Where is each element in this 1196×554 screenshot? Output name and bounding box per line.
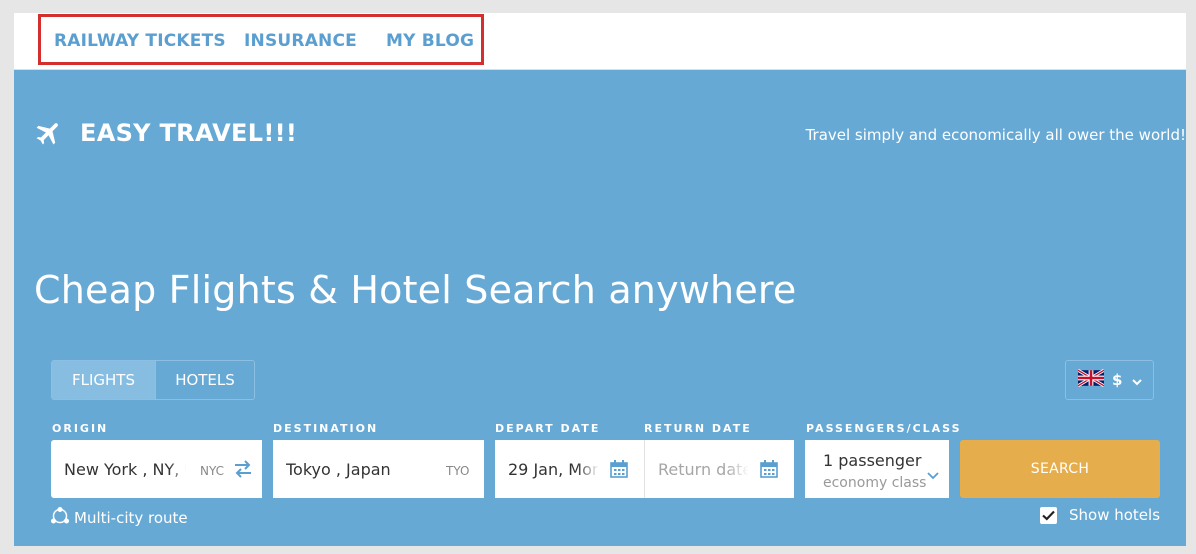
depart-date-label: DEPART DATE (495, 422, 601, 435)
origin-label: ORIGIN (52, 422, 109, 435)
uk-flag-icon (1077, 368, 1105, 391)
depart-calendar-icon[interactable] (610, 460, 628, 482)
return-calendar-icon[interactable] (760, 460, 778, 482)
show-hotels-checkbox[interactable] (1040, 506, 1057, 524)
return-date-field[interactable]: Return date (644, 440, 794, 498)
currency-symbol: $ (1112, 371, 1123, 389)
passengers-class-select[interactable]: 1 passenger economy class (805, 440, 949, 498)
search-tabs: FLIGHTS HOTELS (51, 360, 255, 400)
chevron-down-icon (1132, 371, 1143, 390)
tagline: Travel simply and economically all ower … (805, 126, 1186, 144)
nav-link-railway-tickets[interactable]: RAILWAY TICKETS (54, 31, 226, 51)
top-navigation: RAILWAY TICKETS INSURANCE MY BLOG (14, 13, 1186, 70)
depart-date-field[interactable]: 29 Jan, Mon (495, 440, 644, 498)
brand-name: EASY TRAVEL!!! (80, 119, 298, 147)
destination-label: DESTINATION (273, 422, 379, 435)
origin-field[interactable]: New York , NY, USA NYC (51, 440, 262, 498)
page-headline: Cheap Flights & Hotel Search anywhere (34, 268, 797, 312)
travel-class: economy class (823, 475, 927, 491)
swap-arrows-icon[interactable] (233, 460, 253, 482)
passenger-count: 1 passenger (823, 451, 922, 470)
locale-currency-select[interactable]: $ (1065, 360, 1154, 400)
multi-city-label: Multi-city route (74, 509, 188, 527)
search-button[interactable]: SEARCH (960, 440, 1160, 498)
show-hotels-toggle[interactable]: Show hotels (1040, 506, 1160, 524)
route-nodes-icon (50, 507, 70, 529)
tab-hotels[interactable]: HOTELS (156, 361, 254, 399)
show-hotels-label: Show hotels (1069, 506, 1161, 524)
destination-value: Tokyo , Japan (286, 460, 391, 479)
nav-link-my-blog[interactable]: MY BLOG (386, 31, 474, 51)
origin-value: New York , NY, USA (64, 460, 186, 479)
tab-flights[interactable]: FLIGHTS (52, 361, 156, 399)
nav-link-insurance[interactable]: INSURANCE (244, 31, 357, 51)
multi-city-route-link[interactable]: Multi-city route (50, 507, 188, 529)
destination-field[interactable]: Tokyo , Japan TYO (273, 440, 484, 498)
return-date-label: RETURN DATE (644, 422, 752, 435)
airplane-icon (34, 118, 64, 148)
chevron-down-icon (927, 465, 939, 484)
hero-section: EASY TRAVEL!!! Travel simply and economi… (14, 70, 1186, 546)
origin-code: NYC (200, 464, 225, 478)
passengers-class-label: PASSENGERS/CLASS (806, 422, 962, 435)
brand-logo[interactable]: EASY TRAVEL!!! (34, 118, 297, 148)
destination-code: TYO (446, 464, 470, 478)
page-frame: RAILWAY TICKETS INSURANCE MY BLOG EASY T… (14, 13, 1186, 546)
